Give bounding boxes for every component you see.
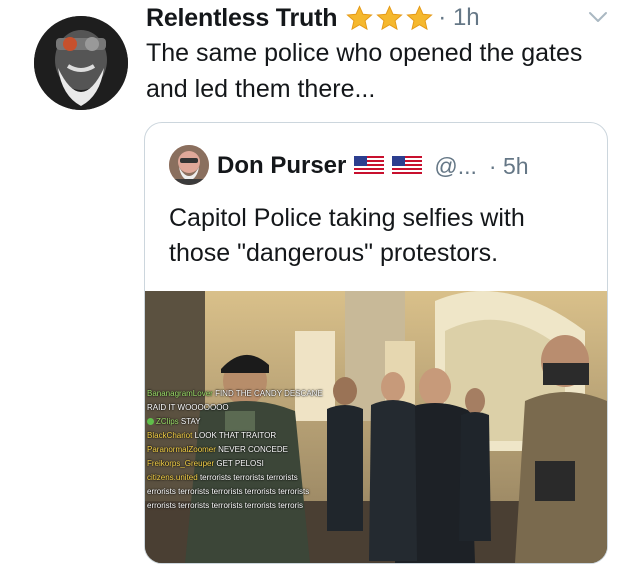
- tweet-text: The same police who opened the gates and…: [146, 39, 583, 103]
- chat-message: errorists terrorists terrorists terroris…: [147, 501, 304, 510]
- chat-message: ZClips STAY: [147, 415, 367, 429]
- quoted-tweet-video[interactable]: BananagramLover FIND THE CANDY DESCANE R…: [145, 291, 607, 563]
- quoted-author-handle: @...: [434, 152, 477, 179]
- tweet-timestamp[interactable]: · 1h: [438, 4, 479, 32]
- chat-message: Freikorps_Greuper GET PELOSI: [147, 459, 264, 468]
- chat-message: BananagramLover FIND THE CANDY DESCANE: [147, 389, 323, 398]
- quoted-tweet-header: Don Purser @... · 5h: [217, 149, 529, 183]
- quoted-tweet-timestamp: · 5h: [488, 152, 529, 179]
- chat-message: citizens.united terrorists terrorists te…: [147, 473, 298, 482]
- chat-message: RAID IT WOOOOOOO: [147, 403, 229, 412]
- chat-badge-icon: [147, 418, 154, 426]
- tweet-header: Relentless Truth · 1h: [146, 0, 480, 36]
- author-name[interactable]: Relentless Truth: [146, 4, 337, 33]
- chat-message: BlackChariot LOOK THAT TRAITOR: [147, 431, 277, 440]
- author-name-stars: [345, 4, 434, 33]
- star-emoji-icon: [376, 4, 404, 30]
- chat-message: errorists terrorists terrorists terroris…: [147, 487, 310, 496]
- chevron-down-icon[interactable]: [587, 6, 609, 28]
- us-flag-emoji-icon: [354, 156, 385, 176]
- quoted-author-avatar: [169, 145, 209, 185]
- video-chat-overlay: BananagramLover FIND THE CANDY DESCANE R…: [147, 387, 367, 513]
- author-avatar[interactable]: [34, 16, 128, 110]
- us-flag-emoji-icon: [392, 156, 423, 176]
- star-emoji-icon: [406, 4, 434, 30]
- quoted-author-name: Don Purser: [217, 152, 347, 179]
- quoted-tweet-card[interactable]: Don Purser @... · 5h Capitol Police taki…: [144, 122, 608, 564]
- quoted-tweet-text: Capitol Police taking selfies with those…: [169, 204, 525, 267]
- chat-message: ParanormalZoomer NEVER CONCEDE: [147, 445, 288, 454]
- star-emoji-icon: [346, 4, 374, 30]
